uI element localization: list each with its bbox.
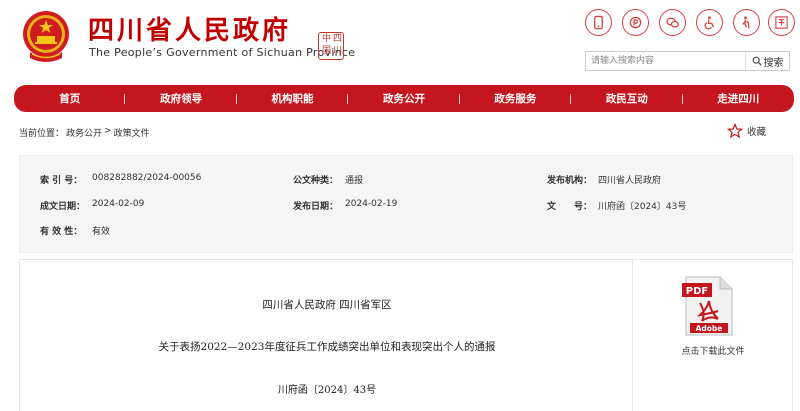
index-number-label: 索 引 号： (40, 176, 83, 186)
site-header: 四川省人民政府 The People’s Government of Sichu… (0, 0, 800, 78)
site-title-cn[interactable]: 四川省人民政府 (88, 10, 291, 47)
favorite-button[interactable]: 收藏 (727, 123, 766, 139)
site-title-en: The People’s Government of Sichuan Provi… (89, 46, 356, 59)
published-date-label: 发布日期： (293, 202, 339, 212)
pdf-file-icon[interactable]: PDF Adobe (680, 275, 736, 337)
pdf-label: PDF (686, 286, 708, 297)
document-title: 关于表扬2022—2023年度征兵工作成绩突出单位和表现突出个人的通报 (158, 341, 496, 353)
document-number: 川府函〔2024〕43号 (277, 385, 377, 396)
seal-char-4: 国 (322, 46, 332, 56)
wechat-icon[interactable] (659, 9, 686, 36)
nav-item-open-government[interactable]: 政务公开 (348, 85, 461, 112)
doc-type-value: 通报 (345, 176, 364, 186)
nav-item-about-sichuan[interactable]: 走进四川 (683, 85, 794, 112)
nav-item-leaders[interactable]: 政府领导 (125, 85, 238, 112)
elderly-icon[interactable] (733, 9, 760, 36)
adobe-label: Adobe (696, 324, 723, 333)
national-emblem-icon[interactable] (20, 8, 72, 66)
doc-number-value: 川府函〔2024〕43号 (598, 202, 687, 212)
issuing-agency-label: 发布机构： (547, 176, 593, 186)
breadcrumb: 当前位置： 政务公开 > 政策文件 (19, 126, 150, 139)
accessibility-icon[interactable] (696, 9, 723, 36)
mobile-icon[interactable] (585, 9, 612, 36)
breadcrumb-link-policy-docs[interactable]: 政策文件 (114, 126, 150, 139)
download-sidebar: PDF Adobe 点击下载此文件 (633, 259, 793, 411)
main-nav: 首页 政府领导 机构职能 政务公开 政务服务 政民互动 走进四川 (14, 85, 794, 112)
doc-type-label: 公文种类： (293, 176, 339, 186)
search-input[interactable] (586, 52, 746, 70)
seal-char-3: 中 (322, 34, 332, 44)
nav-item-home[interactable]: 首页 (14, 85, 126, 112)
breadcrumb-prefix: 当前位置： (19, 129, 65, 139)
search-box: 搜索 (585, 51, 790, 71)
created-date-label: 成文日期： (40, 202, 86, 212)
document-meta-panel: 索 引 号： 008282882/2024-00056 公文种类： 通报 发布机… (19, 155, 793, 253)
breadcrumb-separator: > (104, 126, 112, 136)
search-button[interactable]: 搜索 (745, 52, 789, 70)
index-number-value: 008282882/2024-00056 (92, 173, 202, 183)
breadcrumb-link-open-government[interactable]: 政务公开 (66, 126, 102, 139)
weibo-icon[interactable] (622, 9, 649, 36)
issuing-agency-value: 四川省人民政府 (598, 176, 662, 186)
meta-row-3: 有 效 性： 有效 (20, 224, 794, 244)
validity-value: 有效 (92, 227, 111, 237)
document-issuer: 四川省人民政府 四川省军区 (262, 299, 392, 311)
search-button-label: 搜索 (763, 57, 784, 69)
created-date-value: 2024-02-09 (92, 199, 145, 209)
download-file-link[interactable]: 点击下载此文件 (633, 344, 793, 357)
doc-number-label: 文 号： (547, 202, 593, 212)
favorite-label: 收藏 (747, 127, 767, 138)
document-content: 四川省人民政府 四川省军区 关于表扬2022—2023年度征兵工作成绩突出单位和… (19, 259, 633, 411)
language-icon[interactable] (768, 9, 795, 36)
tool-icons (585, 9, 795, 37)
nav-item-functions[interactable]: 机构职能 (237, 85, 349, 112)
seal-char-2: 川 (333, 46, 343, 56)
nav-item-interaction[interactable]: 政民互动 (571, 85, 683, 112)
seal-char-1: 四 (333, 34, 343, 44)
nav-item-services[interactable]: 政务服务 (460, 85, 572, 112)
seal-logo: 四 川 中 国 (318, 32, 344, 60)
published-date-value: 2024-02-19 (345, 199, 398, 209)
page: 四川省人民政府 The People’s Government of Sichu… (0, 0, 800, 411)
search-icon (752, 56, 762, 66)
meta-row-1: 索 引 号： 008282882/2024-00056 公文种类： 通报 发布机… (20, 173, 794, 193)
meta-row-2: 成文日期： 2024-02-09 发布日期： 2024-02-19 文 号： 川… (20, 199, 794, 219)
star-icon (727, 123, 743, 139)
validity-label: 有 效 性： (40, 227, 83, 237)
